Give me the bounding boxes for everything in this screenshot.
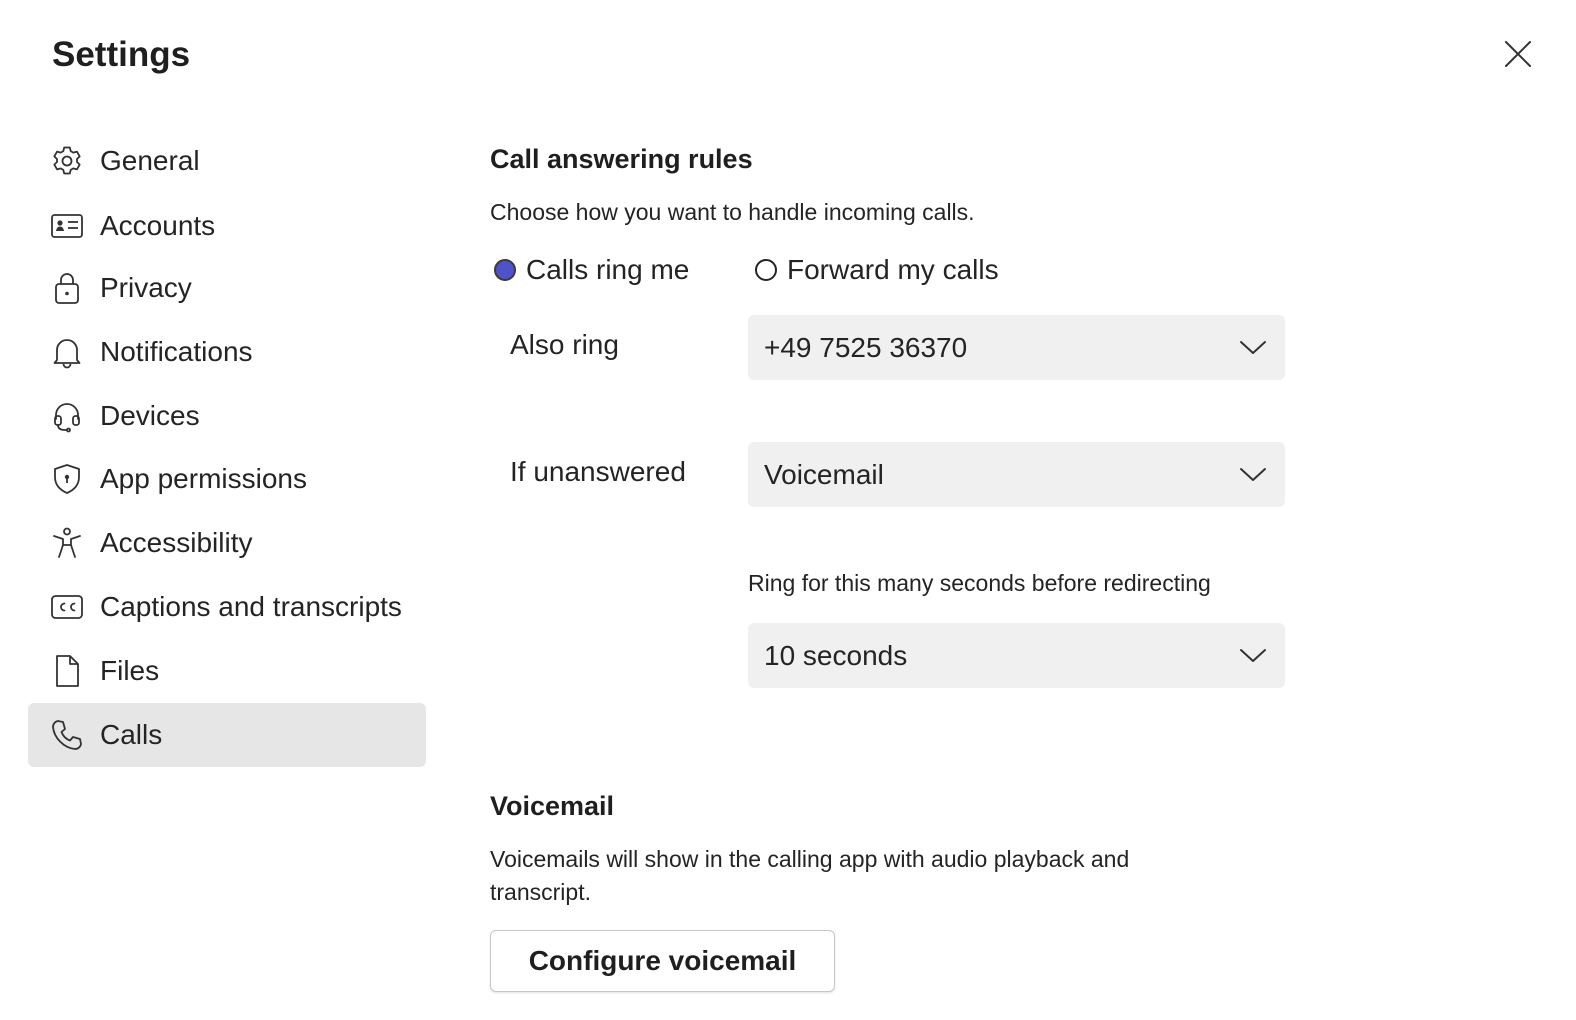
sidebar-item-captions[interactable]: Captions and transcripts — [28, 575, 426, 639]
phone-icon — [50, 718, 84, 752]
sidebar-item-privacy[interactable]: Privacy — [28, 256, 426, 320]
sidebar-item-files[interactable]: Files — [28, 639, 426, 703]
sidebar-item-calls[interactable]: Calls — [28, 703, 426, 767]
chevron-down-icon — [1240, 649, 1266, 662]
radio-label: Forward my calls — [787, 254, 999, 285]
shield-icon — [50, 462, 84, 496]
if-unanswered-value: Voicemail — [764, 459, 884, 490]
lock-icon — [50, 271, 84, 305]
radio-unchecked-indicator — [755, 259, 777, 281]
ring-seconds-value: 10 seconds — [764, 640, 908, 671]
sidebar-item-accessibility[interactable]: Accessibility — [28, 511, 426, 575]
gear-icon — [50, 144, 84, 178]
sidebar-item-label: Accounts — [100, 210, 216, 241]
radio-label: Calls ring me — [526, 254, 690, 285]
headset-icon — [50, 399, 84, 433]
configure-voicemail-button[interactable]: Configure voicemail — [490, 930, 835, 992]
if-unanswered-label: If unanswered — [510, 456, 686, 487]
if-unanswered-dropdown[interactable]: Voicemail — [748, 442, 1285, 507]
file-icon — [50, 654, 84, 688]
sidebar-item-app-permissions[interactable]: App permissions — [28, 447, 426, 511]
sidebar-item-label: App permissions — [100, 463, 307, 494]
chevron-down-icon — [1240, 468, 1266, 481]
chevron-down-icon — [1240, 341, 1266, 354]
sidebar-item-label: Notifications — [100, 336, 253, 367]
call-answering-heading: Call answering rules — [490, 144, 753, 174]
close-button[interactable] — [1498, 34, 1538, 74]
call-answering-description: Choose how you want to handle incoming c… — [490, 199, 975, 225]
sidebar-item-label: Accessibility — [100, 527, 253, 558]
sidebar-item-label: Captions and transcripts — [100, 591, 402, 622]
also-ring-dropdown[interactable]: +49 7525 36370 — [748, 315, 1285, 380]
also-ring-value: +49 7525 36370 — [764, 332, 968, 363]
close-icon — [1505, 41, 1531, 67]
ring-seconds-label: Ring for this many seconds before redire… — [748, 570, 1211, 596]
id-card-icon — [50, 209, 84, 243]
page-title: Settings — [52, 35, 191, 74]
radio-forward-my-calls[interactable]: Forward my calls — [755, 252, 999, 288]
cc-icon — [50, 590, 84, 624]
sidebar-item-devices[interactable]: Devices — [28, 384, 426, 448]
radio-calls-ring-me[interactable]: Calls ring me — [494, 252, 689, 288]
sidebar-item-label: Privacy — [100, 272, 192, 303]
sidebar-item-accounts[interactable]: Accounts — [28, 194, 426, 258]
also-ring-label: Also ring — [510, 329, 619, 360]
sidebar-item-label: General — [100, 145, 200, 176]
sidebar-item-label: Calls — [100, 719, 163, 750]
accessibility-icon — [50, 526, 84, 560]
voicemail-description: Voicemails will show in the calling app … — [490, 846, 1130, 905]
voicemail-heading: Voicemail — [490, 791, 615, 821]
radio-checked-indicator — [494, 259, 516, 281]
sidebar-item-general[interactable]: General — [28, 129, 426, 193]
sidebar-item-notifications[interactable]: Notifications — [28, 320, 426, 384]
sidebar-item-label: Devices — [100, 400, 200, 431]
bell-icon — [50, 335, 84, 369]
sidebar-item-label: Files — [100, 655, 160, 686]
ring-seconds-dropdown[interactable]: 10 seconds — [748, 623, 1285, 688]
